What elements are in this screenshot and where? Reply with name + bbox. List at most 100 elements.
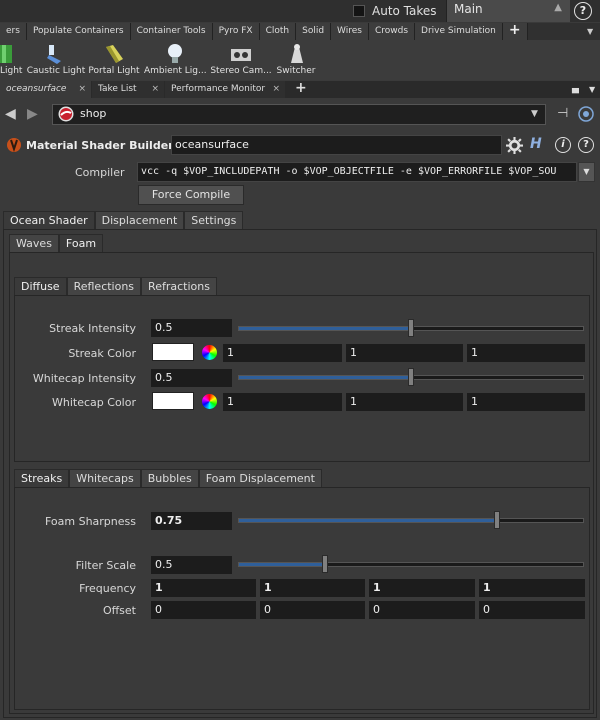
houdini-help-icon[interactable]: H [530, 136, 542, 152]
pane-dropdown-icon[interactable]: ▼ [583, 81, 597, 98]
pane-tab-take-list[interactable]: Take List × [92, 81, 164, 98]
shelf-tab[interactable]: Wires [331, 23, 369, 40]
tab-streaks[interactable]: Streaks [14, 469, 70, 487]
tab-bubbles[interactable]: Bubbles [140, 469, 199, 487]
shelf-tab[interactable]: Crowds [368, 23, 416, 40]
frequency-z[interactable]: 1 [368, 578, 476, 598]
filter-scale-input[interactable]: 0.5 [150, 555, 233, 575]
whitecap-intensity-input[interactable]: 0.5 [150, 368, 233, 388]
whitecap-color-r[interactable]: 1 [222, 392, 343, 412]
back-arrow-icon[interactable]: ◀ [5, 106, 16, 122]
light-icon [0, 45, 12, 63]
frequency-x[interactable]: 1 [150, 578, 257, 598]
frequency-y[interactable]: 1 [259, 578, 366, 598]
whitecap-color-g[interactable]: 1 [345, 392, 464, 412]
close-icon[interactable]: × [78, 81, 86, 98]
slider-handle[interactable] [494, 511, 500, 529]
offset-z[interactable]: 0 [368, 600, 476, 620]
shelf-tools: Light Caustic Light Portal Light Ambient… [0, 40, 600, 80]
streak-intensity-input[interactable]: 0.5 [150, 318, 233, 338]
ambient-light-icon [168, 44, 182, 63]
shelf-tab[interactable]: Cloth [259, 23, 297, 40]
auto-takes-checkbox[interactable] [353, 5, 365, 17]
shelf-tab[interactable]: Solid [296, 23, 332, 40]
take-select[interactable]: Main ▲ [446, 0, 570, 22]
add-pane-tab-icon[interactable]: + [289, 81, 307, 98]
gear-icon[interactable] [506, 137, 523, 154]
shelf-tool-label: Light [0, 66, 23, 76]
link-icon[interactable] [578, 106, 594, 122]
shelf-tab[interactable]: Drive Simulation [415, 23, 503, 40]
streak-color-g[interactable]: 1 [345, 343, 464, 363]
streak-color-b[interactable]: 1 [466, 343, 586, 363]
pin-icon[interactable]: ⊣ [557, 106, 568, 121]
caustic-light-icon [47, 45, 61, 64]
node-name-field[interactable]: oceansurface [171, 135, 502, 155]
shelf-tab[interactable]: Pyro FX [212, 23, 260, 40]
tab-diffuse[interactable]: Diffuse [14, 277, 67, 295]
shelf-tool-light[interactable]: Light [0, 40, 22, 80]
streak-color-r[interactable]: 1 [222, 343, 343, 363]
path-field[interactable] [52, 104, 546, 125]
auto-takes-label: Auto Takes [372, 4, 437, 18]
whitecap-color-b[interactable]: 1 [466, 392, 586, 412]
tab-refractions[interactable]: Refractions [141, 277, 217, 295]
force-compile-button[interactable]: Force Compile [138, 185, 244, 205]
slider-handle[interactable] [408, 368, 414, 386]
color-wheel-icon[interactable] [202, 394, 217, 409]
pane-tab-oceansurface[interactable]: oceansurface × [0, 81, 91, 98]
tab-displacement[interactable]: Displacement [94, 211, 185, 229]
offset-x[interactable]: 0 [150, 600, 257, 620]
compiler-menu-icon[interactable]: ▼ [578, 162, 595, 182]
shelf-tab[interactable]: Populate Containers [26, 23, 131, 40]
tab-foam-displacement[interactable]: Foam Displacement [198, 469, 322, 487]
shelf-tool-stereo-camera[interactable]: Stereo Cam... [210, 40, 272, 80]
slider-handle[interactable] [408, 319, 414, 337]
streak-color-swatch[interactable] [152, 343, 194, 361]
shelf-tool-portal-light[interactable]: Portal Light [88, 40, 140, 80]
pane-tab-label: Performance Monitor [171, 84, 266, 94]
tab-waves[interactable]: Waves [9, 234, 59, 252]
shelf-tool-ambient-light[interactable]: Ambient Lig... [144, 40, 207, 80]
tab-settings[interactable]: Settings [184, 211, 244, 229]
shelf-menu-arrow-icon[interactable]: ▼ [587, 27, 593, 36]
close-icon[interactable]: × [272, 81, 280, 98]
shop-network-icon [58, 106, 74, 122]
close-icon[interactable]: × [151, 81, 159, 98]
whitecap-intensity-slider[interactable] [238, 368, 584, 386]
path-dropdown-icon[interactable]: ▼ [531, 109, 538, 119]
foam-sharpness-input[interactable]: 0.75 [150, 511, 233, 531]
shelf-tool-label: Ambient Lig... [144, 66, 207, 76]
tab-whitecaps[interactable]: Whitecaps [69, 469, 141, 487]
offset-y[interactable]: 0 [259, 600, 366, 620]
whitecap-color-swatch[interactable] [152, 392, 194, 410]
shelf-tool-caustic-light[interactable]: Caustic Light [26, 40, 86, 80]
info-icon[interactable]: i [555, 137, 571, 153]
shelf-tab[interactable]: Container Tools [130, 23, 213, 40]
help-icon[interactable]: ? [574, 2, 592, 20]
slider-fill [239, 376, 411, 379]
frequency-w[interactable]: 1 [478, 578, 586, 598]
streak-intensity-slider[interactable] [238, 319, 584, 337]
tab-reflections[interactable]: Reflections [66, 277, 142, 295]
pane-menu-icon[interactable]: ▄ [566, 81, 580, 98]
pane-tab-performance-monitor[interactable]: Performance Monitor × [165, 81, 285, 98]
tab-ocean-shader[interactable]: Ocean Shader [3, 211, 95, 229]
foam-sharpness-slider[interactable] [238, 511, 584, 529]
filter-scale-slider[interactable] [238, 555, 584, 573]
help-icon[interactable]: ? [578, 137, 594, 153]
tab-foam[interactable]: Foam [58, 234, 104, 252]
compiler-label: Compiler [75, 166, 125, 179]
forward-arrow-icon[interactable]: ▶ [27, 106, 38, 122]
shelf-tool-label: Portal Light [88, 66, 140, 76]
compiler-field[interactable]: vcc -q $VOP_INCLUDEPATH -o $VOP_OBJECTFI… [137, 162, 577, 182]
offset-w[interactable]: 0 [478, 600, 586, 620]
slider-fill [239, 327, 411, 330]
color-wheel-icon[interactable] [202, 345, 217, 360]
shelf-tool-switcher[interactable]: Switcher [274, 40, 318, 80]
shelf-tool-label: Caustic Light [26, 66, 86, 76]
shelf-tab[interactable]: ers [0, 23, 27, 40]
offset-label: Offset [102, 604, 136, 617]
add-shelf-icon[interactable]: + [502, 23, 528, 40]
slider-handle[interactable] [322, 555, 328, 573]
